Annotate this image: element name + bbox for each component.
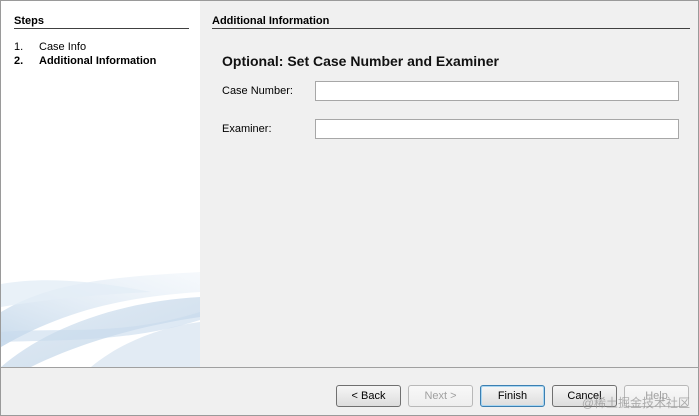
step-label: Additional Information [39, 55, 157, 67]
step-label: Case Info [39, 41, 87, 53]
steps-panel: Steps 1. Case Info 2. Additional Informati… [1, 1, 200, 367]
step-number: 2. [14, 55, 24, 67]
watermark-text: @稀土掘金技术社区 [581, 396, 690, 410]
wizard-dialog: Steps 1. Case Info 2. Additional Informati… [0, 0, 699, 416]
decorative-swirl-graphic [1, 272, 200, 367]
examiner-label: Examiner: [222, 123, 272, 135]
next-button[interactable]: Next > [408, 385, 473, 407]
content-panel: Additional Information Optional: Set Cas… [200, 1, 698, 367]
steps-title: Steps [14, 15, 189, 29]
finish-button[interactable]: Finish [480, 385, 545, 407]
button-bar: < Back Next > Finish Cancel Help @稀土掘金技术… [1, 367, 698, 415]
case-number-input[interactable] [315, 81, 679, 101]
step-number: 1. [14, 41, 24, 53]
step-item-case-info: 1. Case Info [14, 41, 86, 53]
case-number-label: Case Number: [222, 85, 293, 97]
step-item-additional-information: 2. Additional Information [14, 55, 156, 67]
examiner-input[interactable] [315, 119, 679, 139]
panel-heading: Optional: Set Case Number and Examiner [222, 53, 499, 69]
back-button[interactable]: < Back [336, 385, 401, 407]
panel-header: Additional Information [212, 15, 690, 29]
